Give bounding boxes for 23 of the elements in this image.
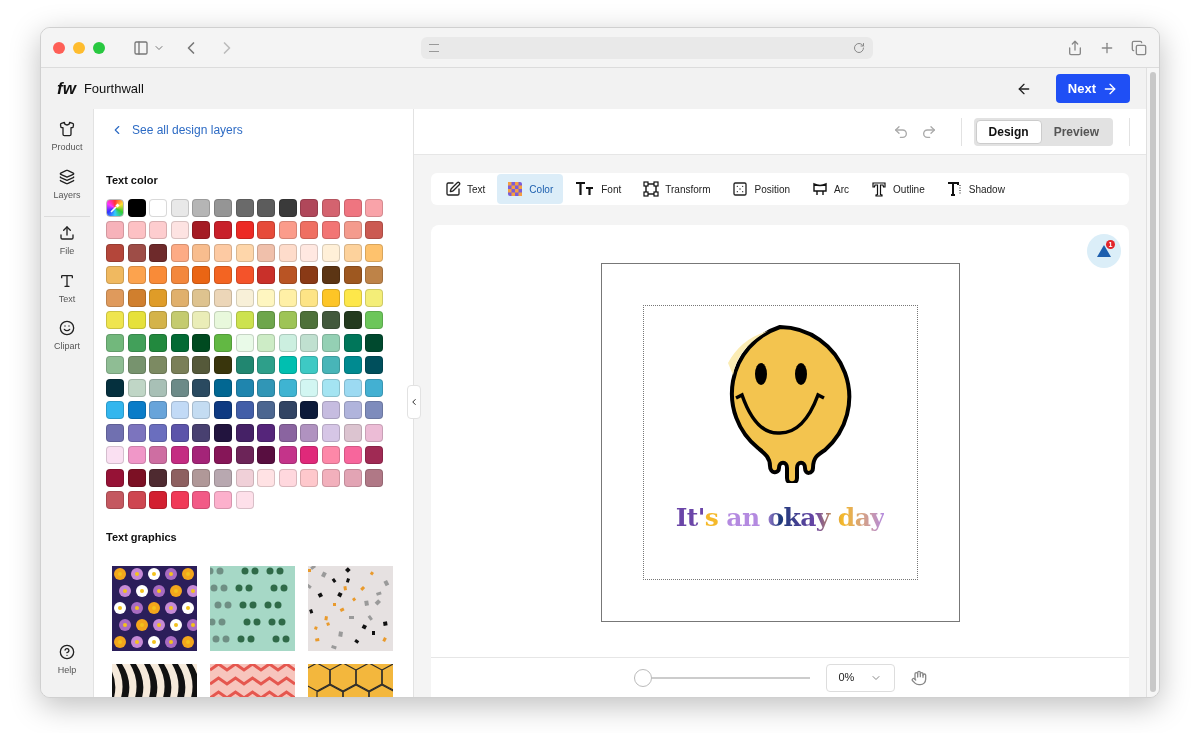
help-item[interactable]: Help: [57, 643, 77, 677]
toolbar-tab[interactable]: Arc: [802, 174, 860, 204]
toolbar-tab[interactable]: Text: [435, 174, 496, 204]
toolbar-tab[interactable]: Transform: [633, 174, 721, 204]
view-tab[interactable]: Preview: [1041, 119, 1111, 144]
zoom-select[interactable]: 0%: [825, 663, 895, 692]
sidebar-item[interactable]: Product: [51, 121, 83, 155]
toolbar-tab[interactable]: Outline: [861, 174, 935, 204]
view-tab[interactable]: Design: [975, 119, 1042, 144]
sidebar-item[interactable]: File: [59, 225, 75, 259]
toolbar-tab[interactable]: Position: [722, 174, 801, 204]
next-button[interactable]: Next: [1055, 74, 1130, 103]
sidebar-item[interactable]: Layers: [53, 168, 81, 202]
brand-name: Fourthwall: [83, 79, 144, 98]
toolbar-tab[interactable]: Font: [565, 174, 632, 204]
section-title: Text graphics: [106, 530, 178, 545]
app-logo[interactable]: fw: [57, 75, 76, 102]
sidebar-item[interactable]: Text: [58, 272, 76, 306]
sidebar-item[interactable]: Clipart: [54, 320, 80, 354]
section-title: Text color: [106, 173, 159, 188]
toolbar-tab[interactable]: Color: [497, 174, 564, 204]
see-all-layers-link[interactable]: See all design layers: [110, 121, 401, 139]
toolbar-tab[interactable]: Shadow: [936, 174, 1015, 204]
